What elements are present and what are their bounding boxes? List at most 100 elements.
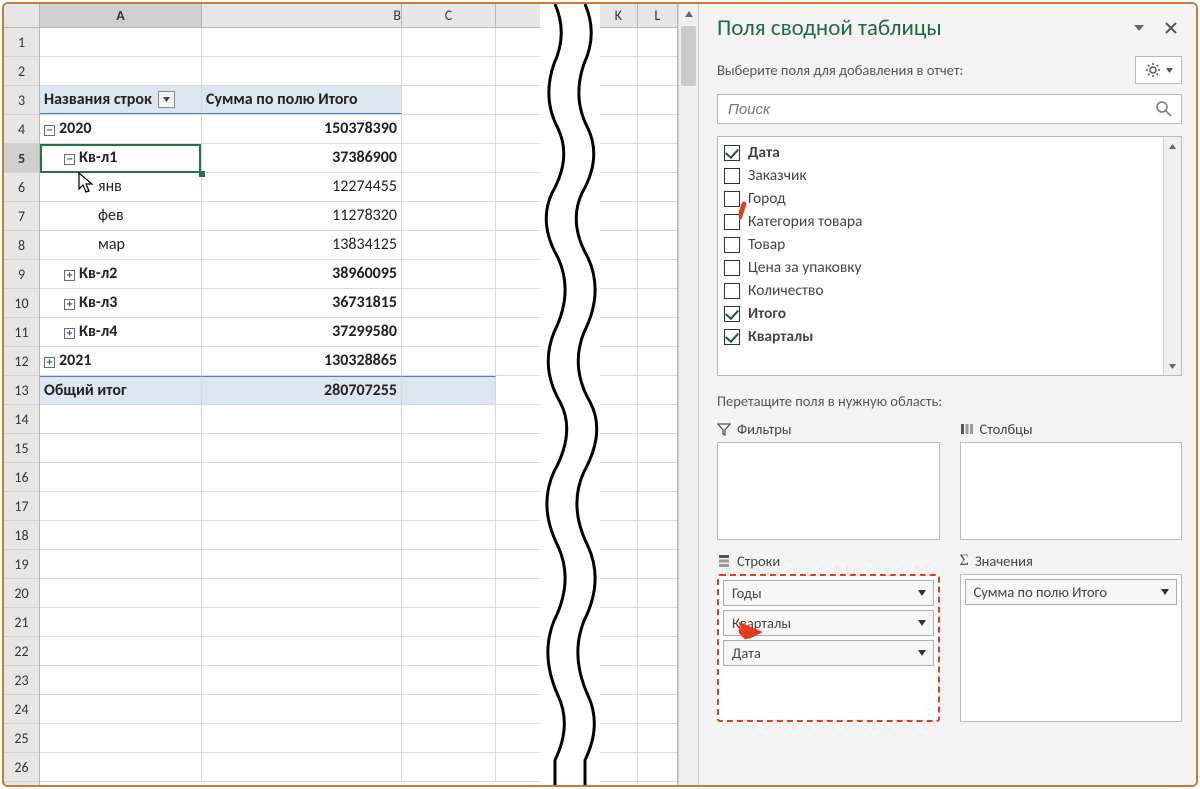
pivot-row-value[interactable]: 150378390 (202, 115, 402, 143)
row-header-26[interactable]: 26 (4, 753, 39, 782)
field-item[interactable]: Итого (718, 302, 1163, 325)
field-item[interactable]: Город (718, 187, 1163, 210)
row-header-5[interactable]: 5 (4, 144, 39, 173)
scrollbar-thumb[interactable] (681, 26, 696, 86)
col-header-K[interactable]: K (600, 4, 638, 27)
row-header-20[interactable]: 20 (4, 579, 39, 608)
row-header-16[interactable]: 16 (4, 463, 39, 492)
row-header-4[interactable]: 4 (4, 115, 39, 144)
values-area[interactable]: Σ Значения Сумма по полю Итого (960, 552, 1183, 722)
collapse-icon[interactable]: − (64, 154, 75, 165)
pivot-row-label[interactable]: −Кв-л1 (40, 144, 202, 172)
row-header-8[interactable]: 8 (4, 231, 39, 260)
row-header-14[interactable]: 14 (4, 405, 39, 434)
pane-menu-button[interactable] (1128, 17, 1150, 39)
field-checkbox[interactable] (724, 214, 740, 230)
field-checkbox[interactable] (724, 306, 740, 322)
field-item[interactable]: Цена за упаковку (718, 256, 1163, 279)
row-header-1[interactable]: 1 (4, 28, 39, 57)
row-header-17[interactable]: 17 (4, 492, 39, 521)
row-header-11[interactable]: 11 (4, 318, 39, 347)
row-header-19[interactable]: 19 (4, 550, 39, 579)
field-item[interactable]: Дата (718, 141, 1163, 164)
field-item[interactable]: Количество (718, 279, 1163, 302)
pivot-value-header[interactable]: Сумма по полю Итого (202, 86, 402, 114)
field-item[interactable]: Товар (718, 233, 1163, 256)
row-header-7[interactable]: 7 (4, 202, 39, 231)
expand-icon[interactable]: + (44, 357, 55, 368)
collapse-icon[interactable]: − (44, 125, 55, 136)
row-header-12[interactable]: 12 (4, 347, 39, 376)
fill-handle[interactable] (199, 171, 205, 177)
area-pill[interactable]: Годы (723, 580, 934, 606)
row-header-2[interactable]: 2 (4, 57, 39, 86)
field-checkbox[interactable] (724, 168, 740, 184)
pivot-row-value[interactable]: 13834125 (202, 231, 402, 259)
field-item[interactable]: Категория товара (718, 210, 1163, 233)
field-checkbox[interactable] (724, 237, 740, 253)
area-pill[interactable]: Сумма по полю Итого (965, 579, 1178, 605)
expand-icon[interactable]: + (64, 299, 75, 310)
field-checkbox[interactable] (724, 191, 740, 207)
row-header-3[interactable]: 3 (4, 86, 39, 115)
search-input[interactable] (726, 100, 1155, 119)
field-checkbox[interactable] (724, 260, 740, 276)
pivot-row-value[interactable]: 37386900 (202, 144, 402, 172)
field-item[interactable]: Заказчик (718, 164, 1163, 187)
expand-icon[interactable]: + (64, 328, 75, 339)
pivot-row-value[interactable]: 12274455 (202, 173, 402, 201)
area-pill[interactable]: Кварталы (723, 610, 934, 636)
pane-layout-button[interactable] (1135, 56, 1182, 84)
pane-close-button[interactable] (1160, 17, 1182, 39)
field-checkbox[interactable] (724, 329, 740, 345)
field-list-scrollbar[interactable] (1163, 137, 1181, 375)
spreadsheet-grid-right[interactable]: K L (600, 4, 678, 785)
columns-area[interactable]: Столбцы (960, 420, 1183, 540)
vertical-scrollbar[interactable] (678, 4, 698, 785)
row-filter-button[interactable] (158, 91, 175, 108)
field-checkbox[interactable] (724, 145, 740, 161)
field-checkbox[interactable] (724, 283, 740, 299)
pill-dropdown[interactable] (917, 584, 927, 602)
pivot-row-label[interactable]: −2020 (40, 115, 202, 143)
pivot-row-value[interactable]: 37299580 (202, 318, 402, 346)
row-header-23[interactable]: 23 (4, 666, 39, 695)
pivot-row-label[interactable]: янв (40, 173, 202, 201)
expand-icon[interactable]: + (64, 270, 75, 281)
grand-total-value[interactable]: 280707255 (202, 376, 402, 404)
pivot-row-label[interactable]: +2021 (40, 347, 202, 375)
row-header-24[interactable]: 24 (4, 695, 39, 724)
field-search[interactable] (717, 94, 1182, 124)
row-header-13[interactable]: 13 (4, 376, 39, 405)
spreadsheet-grid[interactable]: A B C 1234567891011121314151617181920212… (4, 4, 540, 785)
row-header-21[interactable]: 21 (4, 608, 39, 637)
field-item[interactable]: Кварталы (718, 325, 1163, 348)
scroll-down-button[interactable] (1164, 357, 1181, 375)
scroll-up-button[interactable] (1164, 137, 1181, 155)
pivot-row-header[interactable]: Названия строк (40, 86, 202, 114)
pivot-row-label[interactable]: мар (40, 231, 202, 259)
filters-area[interactable]: Фильтры (717, 420, 940, 540)
field-list[interactable]: ДатаЗаказчикГородКатегория товараТоварЦе… (717, 136, 1182, 376)
col-header-B[interactable]: B (202, 4, 402, 27)
row-header-25[interactable]: 25 (4, 724, 39, 753)
pill-dropdown[interactable] (917, 614, 927, 632)
area-pill[interactable]: Дата (723, 640, 934, 666)
pivot-row-value[interactable]: 36731815 (202, 289, 402, 317)
rows-area[interactable]: Строки ГодыКварталыДата (717, 552, 940, 722)
col-header-C[interactable]: C (402, 4, 496, 27)
col-header-A[interactable]: A (40, 4, 202, 27)
pivot-row-value[interactable]: 11278320 (202, 202, 402, 230)
pivot-row-label[interactable]: +Кв-л2 (40, 260, 202, 288)
grand-total-label[interactable]: Общий итог (40, 376, 202, 404)
row-header-22[interactable]: 22 (4, 637, 39, 666)
row-header-15[interactable]: 15 (4, 434, 39, 463)
pivot-row-label[interactable]: фев (40, 202, 202, 230)
pivot-row-value[interactable]: 130328865 (202, 347, 402, 375)
row-header-18[interactable]: 18 (4, 521, 39, 550)
pivot-row-label[interactable]: +Кв-л4 (40, 318, 202, 346)
pill-dropdown[interactable] (1160, 583, 1170, 601)
row-header-9[interactable]: 9 (4, 260, 39, 289)
pivot-row-label[interactable]: +Кв-л3 (40, 289, 202, 317)
pivot-row-value[interactable]: 38960095 (202, 260, 402, 288)
